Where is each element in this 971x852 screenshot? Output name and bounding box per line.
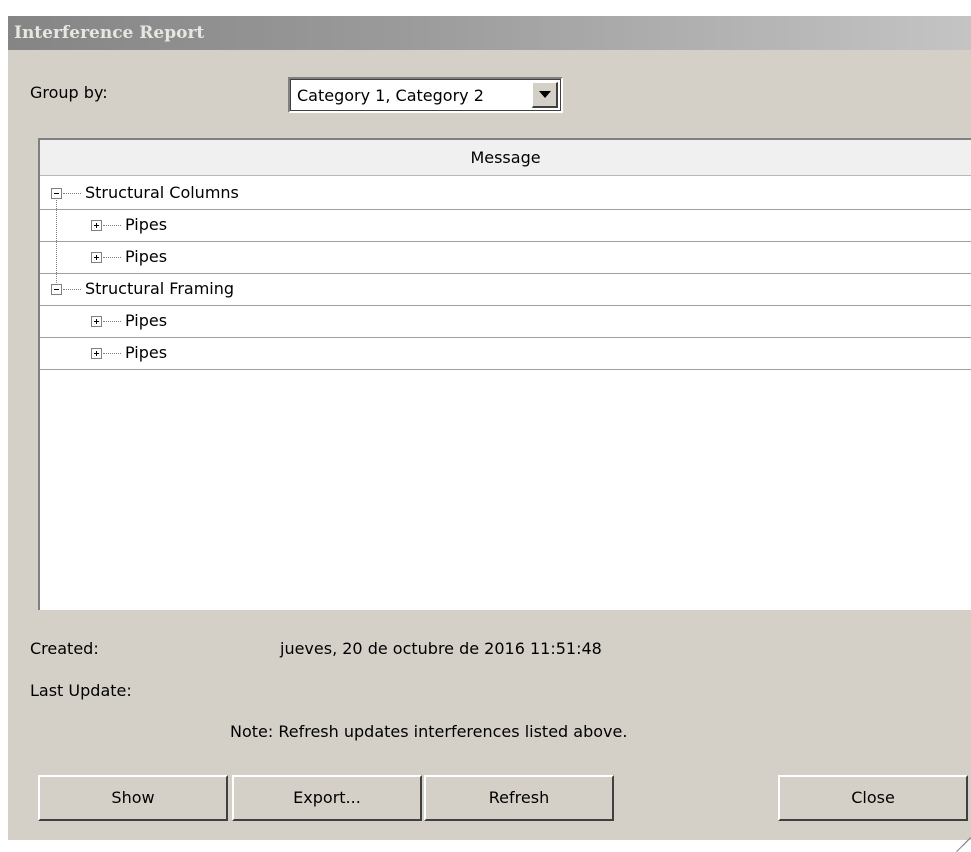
expand-icon[interactable] (91, 348, 102, 359)
close-button[interactable]: Close (778, 775, 968, 821)
resize-grip-icon[interactable] (955, 824, 971, 852)
last-update-label: Last Update: (30, 681, 132, 700)
created-label: Created: (30, 639, 99, 658)
group-by-label: Group by: (30, 83, 108, 102)
window-title: Interference Report (14, 23, 205, 43)
tree-connector (103, 225, 121, 226)
expand-icon[interactable] (91, 220, 102, 231)
group-by-dropdown[interactable]: Category 1, Category 2 (288, 77, 563, 113)
interference-tree[interactable]: Message Structural Columns Pipes Pipes S… (38, 138, 971, 610)
tree-node-pipes[interactable]: Pipes (40, 210, 971, 242)
show-button[interactable]: Show (38, 775, 228, 821)
chevron-down-icon[interactable] (532, 82, 558, 108)
message-column-header[interactable]: Message (40, 140, 971, 176)
tree-node-pipes[interactable]: Pipes (40, 306, 971, 338)
tree-connector (63, 193, 81, 194)
refresh-note: Note: Refresh updates interferences list… (230, 722, 628, 741)
created-value: jueves, 20 de octubre de 2016 11:51:48 (280, 639, 602, 658)
tree-node-structural-columns[interactable]: Structural Columns (40, 178, 971, 210)
tree-connector (103, 257, 121, 258)
tree-connector (103, 353, 121, 354)
expand-icon[interactable] (91, 316, 102, 327)
interference-report-dialog: Interference Report Group by: Category 1… (8, 16, 971, 852)
tree-node-label: Pipes (125, 343, 168, 362)
tree-node-pipes[interactable]: Pipes (40, 242, 971, 274)
tree-connector (63, 289, 81, 290)
expand-icon[interactable] (91, 252, 102, 263)
tree-connector (103, 321, 121, 322)
refresh-button[interactable]: Refresh (424, 775, 614, 821)
tree-node-pipes[interactable]: Pipes (40, 338, 971, 370)
tree-node-label: Pipes (125, 215, 168, 234)
tree-node-label: Pipes (125, 247, 168, 266)
tree-node-label: Structural Framing (85, 279, 235, 298)
tree-node-label: Pipes (125, 311, 168, 330)
collapse-icon[interactable] (51, 188, 62, 199)
collapse-icon[interactable] (51, 284, 62, 295)
title-bar[interactable]: Interference Report (8, 16, 971, 50)
export-button[interactable]: Export... (232, 775, 422, 821)
tree-node-label: Structural Columns (85, 183, 239, 202)
tree-node-structural-framing[interactable]: Structural Framing (40, 274, 971, 306)
group-by-value: Category 1, Category 2 (297, 86, 484, 105)
